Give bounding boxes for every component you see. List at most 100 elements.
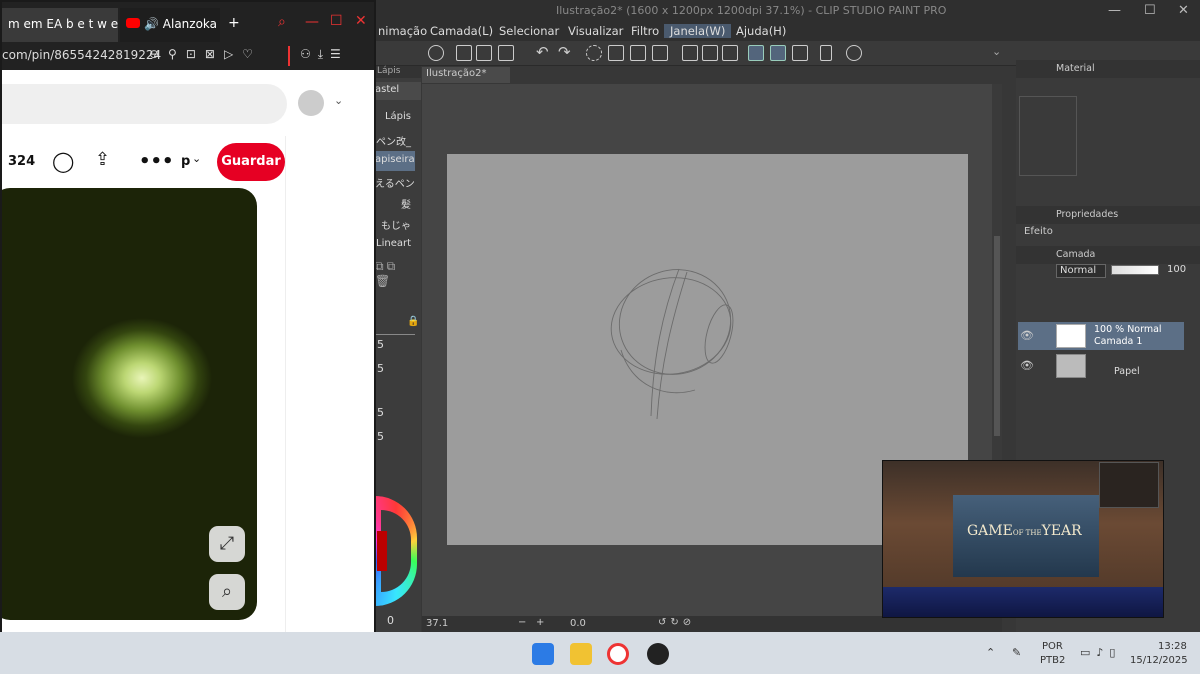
- speaker-icon[interactable]: 🔊: [144, 17, 159, 31]
- board-select[interactable]: p: [181, 154, 190, 169]
- clock-date[interactable]: 15/12/2025: [1130, 655, 1188, 666]
- maximize-button[interactable]: ☐: [330, 13, 343, 29]
- browser-tab[interactable]: m em EA b e t w e: [2, 8, 118, 42]
- snap-special-ruler-icon[interactable]: [770, 45, 786, 61]
- material-panel-header: Material: [1016, 60, 1200, 78]
- deselect-icon[interactable]: [682, 45, 698, 61]
- subtool-item[interactable]: ペン改_: [375, 130, 415, 150]
- undo-icon[interactable]: ↶: [536, 43, 552, 61]
- eye-icon[interactable]: 👁: [1020, 329, 1034, 342]
- address-field[interactable]: com/pin/86554242819224: [2, 48, 161, 62]
- browser-menu-icons[interactable]: ⚇⤓☰: [300, 47, 348, 62]
- menu-view[interactable]: Visualizar: [562, 24, 629, 38]
- invert-selection-icon[interactable]: [702, 45, 718, 61]
- new-file-icon[interactable]: [456, 45, 472, 61]
- open-folder-icon[interactable]: [476, 45, 492, 61]
- size-value[interactable]: 5: [377, 338, 384, 351]
- subtool-item[interactable]: もじゃ: [375, 214, 415, 234]
- subtool-item-selected[interactable]: apiseira: [375, 151, 415, 171]
- search-icon[interactable]: ⌕: [278, 14, 286, 30]
- address-actions-icons[interactable]: ⊖⚲⊡⊠▷♡: [149, 47, 262, 61]
- menu-help[interactable]: Ajuda(H): [730, 24, 792, 38]
- layer-row[interactable]: 👁 100 % Normal Camada 1: [1018, 322, 1184, 350]
- properties-panel-title[interactable]: Propriedades: [1056, 209, 1118, 220]
- device-icon[interactable]: [820, 45, 832, 61]
- zoom-in-icon[interactable]: +: [536, 617, 544, 628]
- clip-studio-icon[interactable]: [428, 45, 444, 61]
- windows-start-icon[interactable]: [532, 643, 554, 665]
- transform-icon[interactable]: [652, 45, 668, 61]
- layer-row[interactable]: 👁 Papel: [1018, 352, 1184, 380]
- color-value: 0: [387, 614, 394, 627]
- command-bar-chevron-icon[interactable]: ⌄: [992, 45, 1001, 58]
- subtool-item[interactable]: Lápis: [375, 108, 415, 128]
- subtool-group-tab[interactable]: Lápis: [371, 66, 421, 78]
- pin-image[interactable]: ⤢ ⌕: [2, 188, 257, 620]
- rotate-icons[interactable]: ↺↻⊘: [658, 617, 695, 628]
- close-button[interactable]: ✕: [1178, 3, 1189, 18]
- goty-text: GAMEOF THEYEAR: [967, 523, 1082, 539]
- size-value[interactable]: 5: [377, 406, 384, 419]
- board-chevron-icon[interactable]: ⌄: [192, 152, 201, 165]
- eye-icon[interactable]: 👁: [1020, 359, 1034, 372]
- help-icon[interactable]: [846, 45, 862, 61]
- loading-icon[interactable]: [586, 45, 602, 61]
- save-button[interactable]: Guardar: [217, 143, 285, 181]
- minimize-button[interactable]: —: [1108, 3, 1121, 18]
- tray-chevron-icon[interactable]: ⌃: [986, 646, 995, 659]
- current-color-swatch[interactable]: [377, 531, 387, 571]
- clock-time[interactable]: 13:28: [1158, 641, 1187, 652]
- subtool-item[interactable]: 髪: [375, 193, 415, 213]
- size-value[interactable]: 5: [377, 430, 384, 443]
- canvas-tab[interactable]: Ilustração2*: [422, 67, 510, 83]
- close-button[interactable]: ✕: [355, 13, 367, 29]
- clear-icon[interactable]: [608, 45, 624, 61]
- subtool-actions-icon[interactable]: ⧉⧉🗑: [375, 259, 415, 288]
- menu-filter[interactable]: Filtro: [625, 24, 665, 38]
- menu-window[interactable]: Janela(W): [664, 24, 732, 38]
- fill-icon[interactable]: [630, 45, 646, 61]
- subtool-item[interactable]: Lineart: [375, 235, 415, 255]
- search-input[interactable]: [2, 84, 287, 124]
- layer-panel-title[interactable]: Camada: [1056, 249, 1095, 260]
- pen-icon[interactable]: ✎: [1012, 646, 1021, 659]
- snap-grid-icon[interactable]: [792, 45, 808, 61]
- minimize-button[interactable]: —: [305, 14, 319, 30]
- opacity-slider[interactable]: [1111, 265, 1159, 275]
- redo-icon[interactable]: ↷: [558, 43, 574, 61]
- opacity-value[interactable]: 100: [1167, 264, 1186, 275]
- subtool-item[interactable]: えるペン: [375, 172, 415, 192]
- more-options-icon[interactable]: •••: [139, 151, 174, 172]
- canvas-status-bar: 37.1 − + 0.0 ↺↻⊘: [422, 616, 1002, 632]
- comment-icon[interactable]: ◯: [52, 149, 74, 173]
- lock-icon[interactable]: 🔒: [407, 316, 419, 327]
- language-indicator[interactable]: POR: [1042, 641, 1063, 652]
- menu-layer[interactable]: Camada(L): [424, 24, 499, 38]
- tray-icons[interactable]: ▭♪▯: [1080, 646, 1121, 659]
- chevron-down-icon[interactable]: ⌄: [334, 94, 343, 107]
- scroll-thumb[interactable]: [994, 236, 1000, 436]
- expand-icon[interactable]: ⤢: [209, 526, 245, 562]
- show-selection-icon[interactable]: [722, 45, 738, 61]
- save-icon[interactable]: [498, 45, 514, 61]
- zoom-out-icon[interactable]: −: [518, 617, 526, 628]
- menu-select[interactable]: Selecionar: [493, 24, 565, 38]
- avatar[interactable]: [298, 90, 324, 116]
- keyboard-layout[interactable]: PTB2: [1040, 655, 1065, 666]
- size-value[interactable]: 5: [377, 362, 384, 375]
- opera-icon[interactable]: [607, 643, 629, 665]
- snap-ruler-icon[interactable]: [748, 45, 764, 61]
- maximize-button[interactable]: ☐: [1144, 3, 1156, 18]
- share-icon[interactable]: ⇪: [95, 149, 110, 170]
- rotation-readout[interactable]: 0.0: [570, 618, 586, 629]
- blend-mode-select[interactable]: Normal: [1056, 264, 1106, 278]
- file-explorer-icon[interactable]: [570, 643, 592, 665]
- goty-word: OF THE: [1012, 529, 1042, 537]
- visual-search-icon[interactable]: ⌕: [209, 574, 245, 610]
- material-panel-title[interactable]: Material: [1056, 63, 1095, 74]
- zoom-readout[interactable]: 37.1: [426, 618, 448, 629]
- new-tab-button[interactable]: +: [228, 15, 240, 31]
- browser-tab-active[interactable]: 🔊 Alanzoka: [120, 8, 220, 42]
- clip-studio-taskbar-icon[interactable]: [647, 643, 669, 665]
- reaction-count[interactable]: 324: [8, 154, 35, 169]
